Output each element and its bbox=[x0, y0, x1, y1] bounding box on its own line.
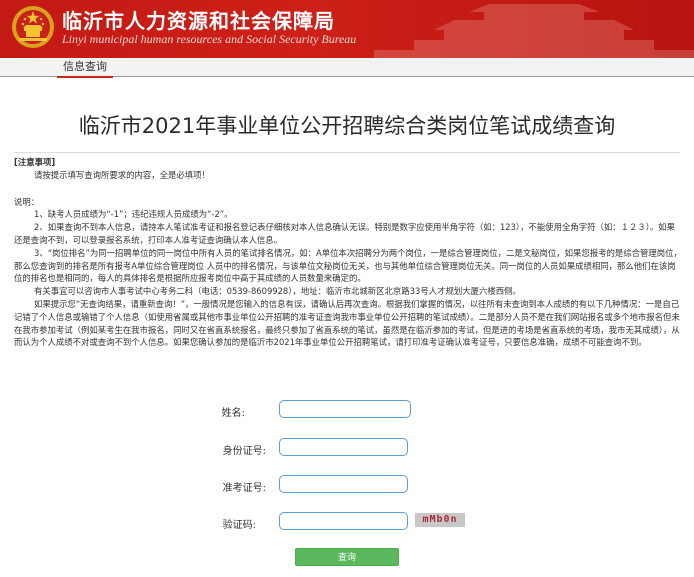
ticket-number-label: 准考证号: bbox=[222, 483, 266, 494]
page-title: 临沂市2021年事业单位公开招聘综合类岗位笔试成绩查询 bbox=[78, 114, 616, 138]
site-title: 临沂市人力资源和社会保障局 bbox=[62, 9, 335, 33]
query-button[interactable]: 查询 bbox=[295, 548, 399, 566]
captcha-image[interactable]: mMb0n bbox=[415, 513, 465, 527]
site-header: 临沂市人力资源和社会保障局 Linyi municipal human reso… bbox=[0, 0, 694, 58]
captcha-input[interactable] bbox=[279, 512, 408, 530]
notes-heading: [注意事项] bbox=[14, 157, 56, 167]
id-number-label: 身份证号: bbox=[222, 446, 266, 457]
national-emblem-icon bbox=[12, 6, 54, 48]
tab-info-query[interactable]: 信息查询 bbox=[57, 58, 113, 78]
notes-item-2: 2、如果查询不到本人信息，请持本人笔试准考证和报名登记表仔细核对本人信息确认无误… bbox=[14, 222, 676, 245]
notes-label: 说明： bbox=[14, 196, 40, 207]
title-divider bbox=[14, 152, 680, 153]
site-subtitle: Linyi municipal human resources and Soci… bbox=[62, 32, 357, 46]
nav-bar: 信息查询 bbox=[0, 58, 694, 78]
notes-intro: 请按提示填写查询所要求的内容，全是必填项！ bbox=[34, 169, 210, 180]
notes-contact: 有关事宜可以咨询市人事考试中心考务二科（电话：0539-8609928），地址：… bbox=[34, 286, 521, 297]
name-label: 姓名: bbox=[221, 408, 245, 419]
ticket-number-input[interactable] bbox=[279, 475, 408, 493]
notes-section: [注意事项] 请按提示填写查询所要求的内容，全是必填项！ 说明： 1、缺考人员成… bbox=[14, 156, 682, 349]
notes-item-1: 1、缺考人员成绩为“-1”；违纪违规人员成绩为“-2”。 bbox=[34, 209, 233, 220]
notes-no-result: 如果提示您“无查询结果，请重新查询！”，一般情况是您输入的信息有误，请确认后再次… bbox=[14, 298, 680, 348]
id-number-input[interactable] bbox=[279, 438, 408, 456]
notes-item-3: 3、“岗位排名”为同一招聘单位的同一岗位中所有人员的笔试排名情况，如：A单位本次… bbox=[14, 247, 682, 284]
tiananmen-silhouette-icon bbox=[374, 4, 694, 58]
captcha-label: 验证码: bbox=[222, 520, 256, 531]
name-input[interactable] bbox=[279, 400, 411, 418]
